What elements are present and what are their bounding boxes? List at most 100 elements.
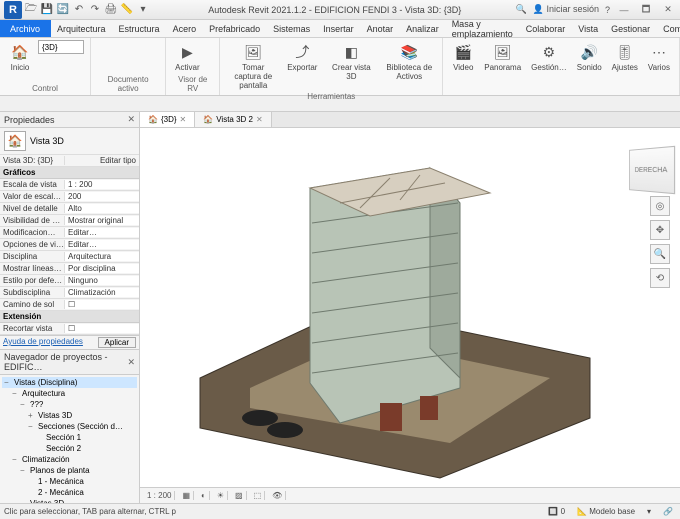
property-value[interactable]: Ninguno [64, 276, 139, 285]
signin-button[interactable]: 👤 Iniciar sesión [533, 4, 599, 15]
shadows-icon[interactable]: ▨ [232, 491, 247, 500]
tree-toggle-icon[interactable]: − [28, 422, 36, 431]
zoom-icon[interactable]: 🔍 [650, 244, 670, 264]
ribbon-button[interactable]: ⋯Varios [645, 40, 673, 74]
tree-item[interactable]: −Climatización [2, 454, 137, 465]
type-selector[interactable]: 🏠 Vista 3D [0, 128, 139, 155]
tree-item[interactable]: Sección 2 [2, 443, 137, 454]
property-value[interactable]: Mostrar original [64, 216, 139, 225]
open-icon[interactable]: 🗁 [24, 3, 38, 17]
ribbon-tab-acero[interactable]: Acero [167, 20, 204, 37]
ribbon-button[interactable]: 📚Biblioteca de Activos [382, 40, 436, 83]
ribbon-button[interactable]: ▶Activar [172, 40, 202, 74]
help-icon[interactable]: ? [605, 5, 610, 15]
ribbon-tab-estructura[interactable]: Estructura [113, 20, 167, 37]
sun-path-icon[interactable]: ☀ [214, 491, 228, 500]
ribbon-button[interactable]: 🖼Tomar captura de pantalla [226, 40, 280, 91]
ribbon-tab-archivo[interactable]: Archivo [0, 20, 51, 37]
ribbon-button[interactable]: 🎚Ajustes [609, 40, 641, 74]
ribbon-button[interactable]: ⤴Exportar [284, 40, 320, 74]
property-value[interactable]: Alto [64, 204, 139, 213]
orbit-icon[interactable]: ⟲ [650, 268, 670, 288]
browser-close-icon[interactable]: ✕ [127, 357, 135, 368]
ribbon-button[interactable]: ⚙Gestión… [528, 40, 570, 74]
redo-icon[interactable]: ↷ [88, 3, 102, 17]
property-value[interactable]: ☐ [64, 300, 139, 309]
tree-item[interactable]: −Vistas 3D [2, 498, 137, 503]
selection-count[interactable]: 🔲 0 [545, 507, 568, 516]
view-combo[interactable]: {3D} [38, 40, 84, 54]
ribbon-tab-vista[interactable]: Vista [572, 20, 605, 37]
tree-toggle-icon[interactable]: + [28, 411, 36, 420]
property-value[interactable]: Por disciplina [64, 264, 139, 273]
property-value[interactable]: 200 [64, 192, 139, 201]
ribbon-tab-arquitectura[interactable]: Arquitectura [51, 20, 113, 37]
measure-icon[interactable]: 📏 [120, 3, 134, 17]
crop-icon[interactable]: ⬚ [251, 491, 266, 500]
print-icon[interactable]: 🖨 [104, 3, 118, 17]
tree-item[interactable]: 1 - Mecánica [2, 476, 137, 487]
tree-item[interactable]: +Vistas 3D [2, 410, 137, 421]
filter-icon[interactable]: ▾ [644, 507, 654, 516]
tree-toggle-icon[interactable]: − [12, 389, 20, 398]
undo-icon[interactable]: ↶ [72, 3, 86, 17]
close-icon[interactable]: ✕ [180, 115, 187, 124]
visual-style-icon[interactable]: ◐ [198, 491, 210, 500]
tree-item[interactable]: −Arquitectura [2, 388, 137, 399]
tree-item[interactable]: 2 - Mecánica [2, 487, 137, 498]
tree-item[interactable]: Sección 1 [2, 432, 137, 443]
ribbon-tab-insertar[interactable]: Insertar [317, 20, 361, 37]
property-value[interactable]: 1 : 200 [64, 180, 139, 189]
view-tab[interactable]: 🏠Vista 3D 2✕ [195, 112, 271, 127]
ribbon-tab-complementos[interactable]: Complementos [657, 20, 680, 37]
tree-item[interactable]: −Planos de planta [2, 465, 137, 476]
ribbon-tab-analizar[interactable]: Analizar [400, 20, 446, 37]
tree-toggle-icon[interactable]: − [20, 466, 28, 475]
maximize-button[interactable]: 🗖 [638, 3, 654, 17]
steering-wheel-icon[interactable]: ◎ [650, 196, 670, 216]
ribbon-tab-prefabricado[interactable]: Prefabricado [203, 20, 267, 37]
tree-toggle-icon[interactable]: − [12, 455, 20, 464]
ribbon-tab-sistemas[interactable]: Sistemas [267, 20, 317, 37]
property-value[interactable]: ☐ [64, 324, 139, 333]
link-icon[interactable]: 🔗 [660, 507, 676, 516]
scale-control[interactable]: 1 : 200 [144, 491, 175, 500]
ribbon-tab-anotar[interactable]: Anotar [361, 20, 401, 37]
extents-category[interactable]: Extensión [0, 311, 139, 323]
qat-more-icon[interactable]: ▾ [136, 3, 150, 17]
pan-icon[interactable]: ✥ [650, 220, 670, 240]
minimize-button[interactable]: — [616, 3, 632, 17]
ribbon-button[interactable]: 🎬Video [449, 40, 477, 74]
graphics-category[interactable]: Gráficos [0, 167, 139, 179]
properties-help-link[interactable]: Ayuda de propiedades [3, 337, 83, 348]
sync-icon[interactable]: 🔄 [56, 3, 70, 17]
tree-toggle-icon[interactable]: − [4, 378, 12, 387]
tree-item[interactable]: −Vistas (Disciplina) [2, 377, 137, 388]
close-button[interactable]: ✕ [660, 3, 676, 17]
property-value[interactable]: Editar… [64, 240, 139, 249]
hide-isolate-icon[interactable]: 👁 [269, 491, 286, 500]
ribbon-button[interactable]: ◧Crear vista 3D [324, 40, 378, 83]
tree-item[interactable]: −Secciones (Sección d… [2, 421, 137, 432]
search-icon[interactable]: 🔍 [516, 4, 527, 15]
ribbon-tab-colaborar[interactable]: Colaborar [520, 20, 573, 37]
property-value[interactable]: Climatización [64, 288, 139, 297]
edit-type-button[interactable]: Editar tipo [64, 156, 139, 165]
tree-item[interactable]: −??? [2, 399, 137, 410]
viewport-3d[interactable]: DERECHA ◎ ✥ 🔍 ⟲ [140, 128, 680, 487]
property-value[interactable]: Editar… [64, 228, 139, 237]
tree-toggle-icon[interactable]: − [20, 499, 28, 503]
model-base-button[interactable]: 📐 Modelo base [574, 507, 638, 516]
apply-button[interactable]: Aplicar [98, 337, 136, 348]
ribbon-tab-gestionar[interactable]: Gestionar [605, 20, 657, 37]
property-value[interactable]: Arquitectura [64, 252, 139, 261]
close-icon[interactable]: ✕ [256, 115, 263, 124]
ribbon-button[interactable]: 🏠Inicio [6, 40, 34, 74]
ribbon-button[interactable]: 🖼Panorama [481, 40, 524, 74]
tree-toggle-icon[interactable]: − [20, 400, 28, 409]
view-tab[interactable]: 🏠{3D}✕ [140, 112, 195, 127]
detail-level-icon[interactable]: ▦ [179, 491, 194, 500]
ribbon-tab-masa-y-emplazamiento[interactable]: Masa y emplazamiento [446, 20, 520, 37]
viewcube[interactable]: DERECHA [629, 146, 675, 194]
ribbon-button[interactable]: 🔊Sonido [574, 40, 605, 74]
